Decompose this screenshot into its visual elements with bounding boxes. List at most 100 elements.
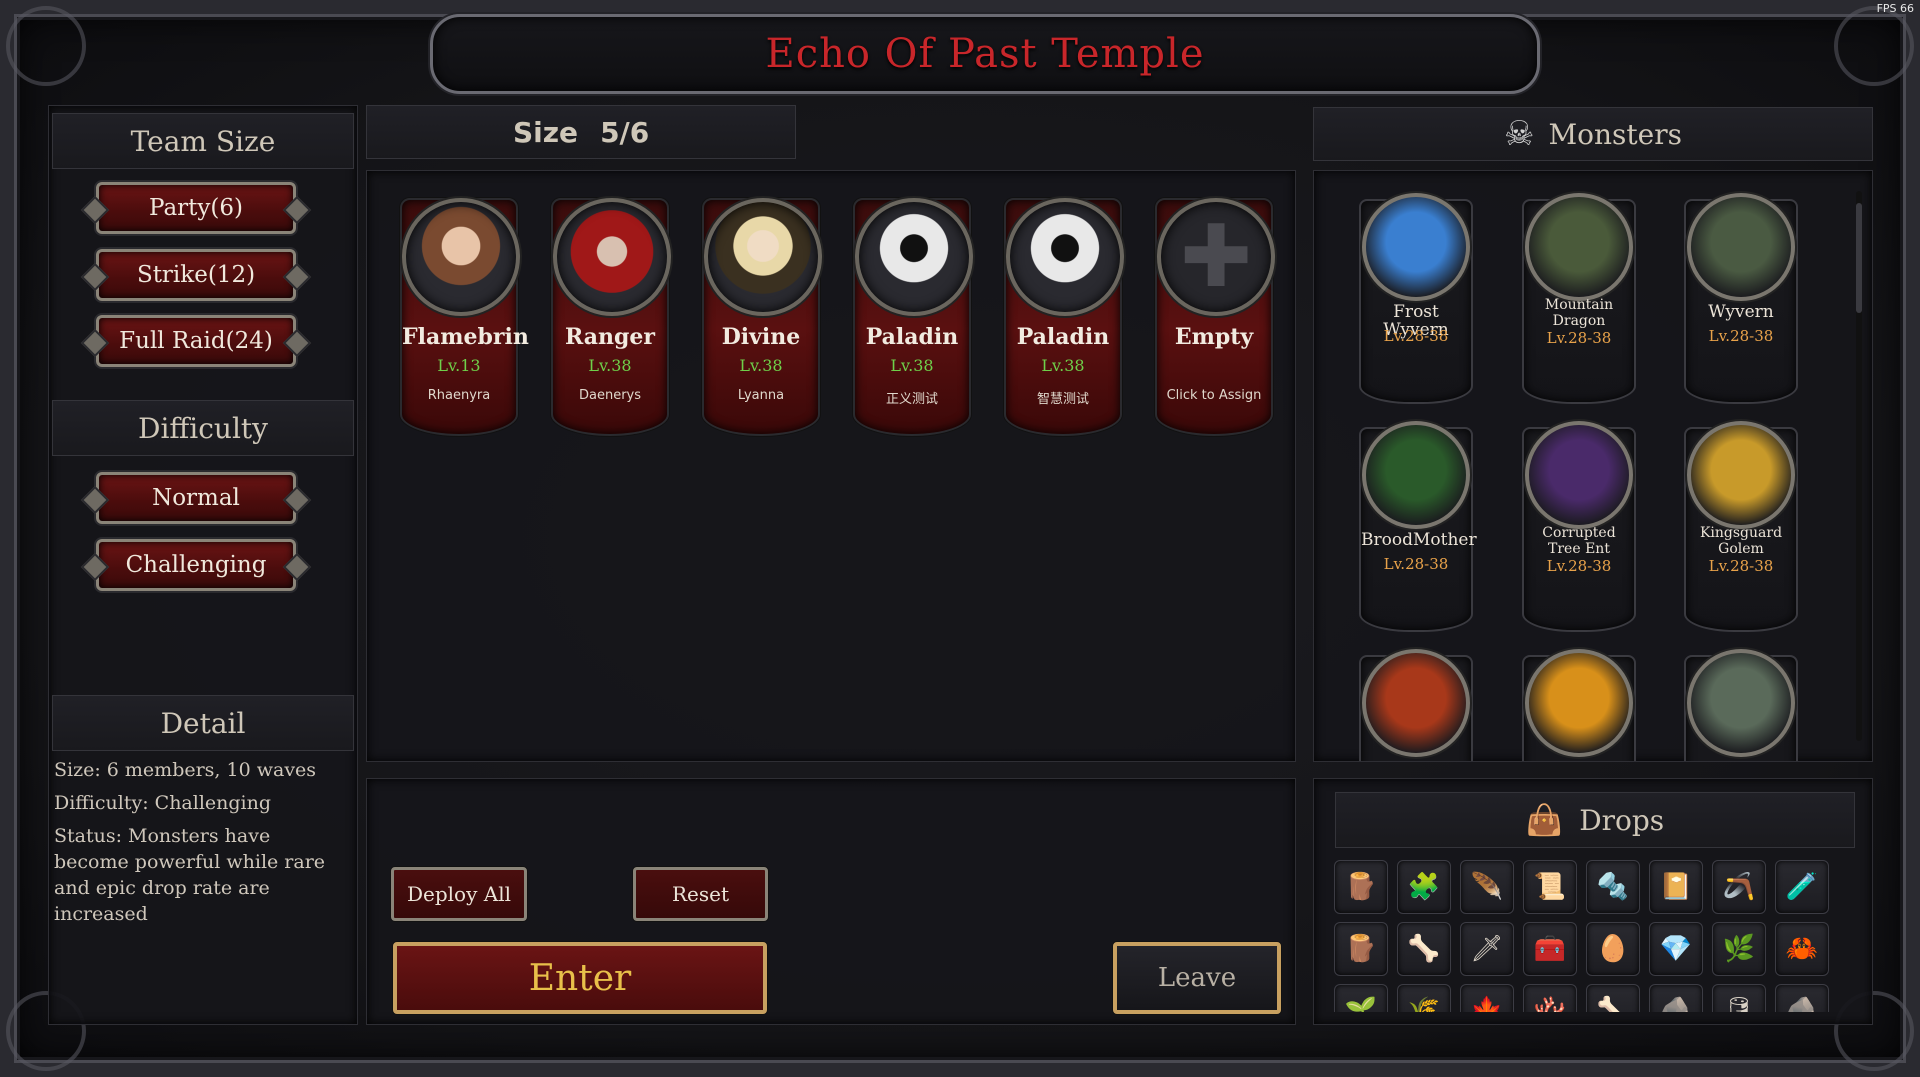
monster-portrait xyxy=(1687,649,1795,757)
member-class: Paladin xyxy=(865,324,959,350)
monster-card[interactable]: BroodMother Lv.28-38 xyxy=(1359,421,1477,632)
member-portrait xyxy=(402,198,520,316)
member-portrait xyxy=(1006,198,1124,316)
drop-item-icon: 🪃 xyxy=(1722,872,1756,902)
party-size-value: 5/6 xyxy=(600,115,650,149)
monster-card[interactable] xyxy=(1684,649,1798,761)
drop-item-slot[interactable]: 🔩 xyxy=(1586,860,1640,914)
drop-item-slot[interactable]: 🪸 xyxy=(1523,984,1577,1012)
drop-item-icon: 🪨 xyxy=(1659,996,1693,1012)
monster-card[interactable]: Wyvern Lv.28-38 xyxy=(1684,193,1798,404)
drop-item-slot[interactable]: 💎 xyxy=(1649,922,1703,976)
monsters-list-panel: Frost Wyvern Lv.28-38 Mountain Dragon Lv… xyxy=(1313,170,1873,762)
member-portrait xyxy=(704,198,822,316)
full-raid-size-button[interactable]: Full Raid(24) xyxy=(96,315,296,367)
drop-item-icon: 🪵 xyxy=(1344,934,1378,964)
plus-icon: ✚ xyxy=(1179,207,1253,307)
drops-heading: 👜 Drops xyxy=(1335,792,1855,848)
monster-portrait xyxy=(1362,421,1470,529)
member-portrait xyxy=(553,198,671,316)
drop-item-slot[interactable]: 🧩 xyxy=(1397,860,1451,914)
drop-item-icon: 🪸 xyxy=(1533,996,1567,1012)
drop-item-icon: 🪶 xyxy=(1470,872,1504,902)
reset-button[interactable]: Reset xyxy=(633,867,768,921)
drop-item-icon: 🪵 xyxy=(1344,872,1378,902)
drop-item-slot[interactable]: 🥚 xyxy=(1586,922,1640,976)
monsters-scrollbar-thumb[interactable] xyxy=(1856,203,1862,313)
drop-item-slot[interactable]: 🛢 xyxy=(1712,984,1766,1012)
drop-item-slot[interactable]: 🌾 xyxy=(1397,984,1451,1012)
drops-heading-text: Drops xyxy=(1579,803,1665,837)
party-member-card[interactable]: Paladin Lv.38 正义测试 xyxy=(853,198,973,436)
monster-card[interactable]: Mountain Dragon Lv.28-38 xyxy=(1522,193,1636,404)
monster-card[interactable] xyxy=(1522,649,1636,761)
drop-item-slot[interactable]: 🪵 xyxy=(1334,860,1388,914)
difficulty-challenging-button[interactable]: Challenging xyxy=(96,539,296,591)
drop-item-icon: 🪨 xyxy=(1785,996,1819,1012)
drop-item-icon: 💎 xyxy=(1659,934,1693,964)
drop-item-icon: 🌱 xyxy=(1344,996,1378,1012)
member-level: Lv.13 xyxy=(437,356,481,375)
monster-card[interactable] xyxy=(1359,649,1473,761)
member-level: Lv.38 xyxy=(588,356,632,375)
strike-size-button[interactable]: Strike(12) xyxy=(96,249,296,301)
drop-item-icon: 🌿 xyxy=(1722,934,1756,964)
monster-level: Lv.28-38 xyxy=(1708,327,1774,345)
drop-item-slot[interactable]: 🪵 xyxy=(1334,922,1388,976)
monsters-scrollbar-track[interactable] xyxy=(1856,191,1862,741)
detail-status: Status: Monsters have become powerful wh… xyxy=(54,825,326,925)
drop-item-slot[interactable]: 🦴 xyxy=(1586,984,1640,1012)
party-size-button[interactable]: Party(6) xyxy=(96,182,296,234)
deploy-all-button[interactable]: Deploy All xyxy=(391,867,527,921)
monster-level: Lv.28-38 xyxy=(1383,327,1449,345)
drop-item-slot[interactable]: 🦀 xyxy=(1775,922,1829,976)
monster-name: Mountain Dragon xyxy=(1544,297,1614,329)
drop-item-icon: 🍁 xyxy=(1470,996,1504,1012)
monster-name: Corrupted Tree Ent xyxy=(1542,525,1616,557)
party-member-card[interactable]: Ranger Lv.38 Daenerys xyxy=(551,198,671,436)
monster-card[interactable]: Kingsguard Golem Lv.28-38 xyxy=(1684,421,1798,632)
drop-item-icon: 🧪 xyxy=(1785,872,1819,902)
drop-item-slot[interactable]: 🪨 xyxy=(1649,984,1703,1012)
difficulty-normal-button[interactable]: Normal xyxy=(96,472,296,524)
assign-hint: Click to Assign xyxy=(1166,388,1262,403)
monster-card[interactable]: Frost Wyvern Lv.28-38 xyxy=(1359,193,1473,404)
member-player: Rhaenyra xyxy=(427,388,491,403)
member-player: 智慧测试 xyxy=(1036,392,1089,407)
member-level: Lv.38 xyxy=(890,356,934,375)
drops-grid: 🪵 🧩 🪶 📜 🔩 📔 🪃 🧪 🪵 🦴 🗡 🧰 🥚 💎 🌿 🦀 🌱 🌾 🍁 🪸 🦴 🪨 🛢 🪨 xyxy=(1334,860,1854,1012)
empty-slot-card[interactable]: ✚ Empty Click to Assign xyxy=(1155,198,1275,436)
monster-card[interactable]: Corrupted Tree Ent Lv.28-38 xyxy=(1522,421,1636,632)
drop-item-icon: 🌾 xyxy=(1407,996,1441,1012)
team-size-heading: Team Size xyxy=(52,113,354,169)
drop-item-slot[interactable]: 🪶 xyxy=(1460,860,1514,914)
enter-button[interactable]: Enter xyxy=(393,942,767,1014)
empty-slot-portrait: ✚ xyxy=(1157,198,1275,316)
monster-name: Wyvern xyxy=(1708,302,1774,322)
party-member-card[interactable]: Paladin Lv.38 智慧测试 xyxy=(1004,198,1124,436)
ornament-corner xyxy=(6,6,86,86)
drop-item-slot[interactable]: 📜 xyxy=(1523,860,1577,914)
leave-button[interactable]: Leave xyxy=(1113,942,1281,1014)
party-member-card[interactable]: Flamebrin Lv.13 Rhaenyra xyxy=(400,198,529,436)
drop-item-slot[interactable]: 🧰 xyxy=(1523,922,1577,976)
monster-level: Lv.28-38 xyxy=(1546,329,1612,347)
drop-item-icon: 🦴 xyxy=(1407,934,1441,964)
party-member-card[interactable]: Divine Lv.38 Lyanna xyxy=(702,198,822,436)
monster-name: Kingsguard Golem xyxy=(1699,525,1783,557)
drop-item-slot[interactable]: 🦴 xyxy=(1397,922,1451,976)
detail-heading-text: Detail xyxy=(160,706,246,740)
monster-level: Lv.28-38 xyxy=(1383,555,1449,573)
member-player: Daenerys xyxy=(578,388,642,403)
drop-item-slot[interactable]: 🗡 xyxy=(1460,922,1514,976)
drop-item-icon: 🥚 xyxy=(1596,934,1630,964)
drop-item-slot[interactable]: 🪨 xyxy=(1775,984,1829,1012)
drop-item-slot[interactable]: 🌱 xyxy=(1334,984,1388,1012)
team-size-heading-text: Team Size xyxy=(130,124,276,158)
drop-item-slot[interactable]: 🧪 xyxy=(1775,860,1829,914)
drop-item-slot[interactable]: 🍁 xyxy=(1460,984,1514,1012)
drop-item-slot[interactable]: 🪃 xyxy=(1712,860,1766,914)
page-title: Echo Of Past Temple xyxy=(765,31,1205,77)
drop-item-slot[interactable]: 📔 xyxy=(1649,860,1703,914)
drop-item-slot[interactable]: 🌿 xyxy=(1712,922,1766,976)
